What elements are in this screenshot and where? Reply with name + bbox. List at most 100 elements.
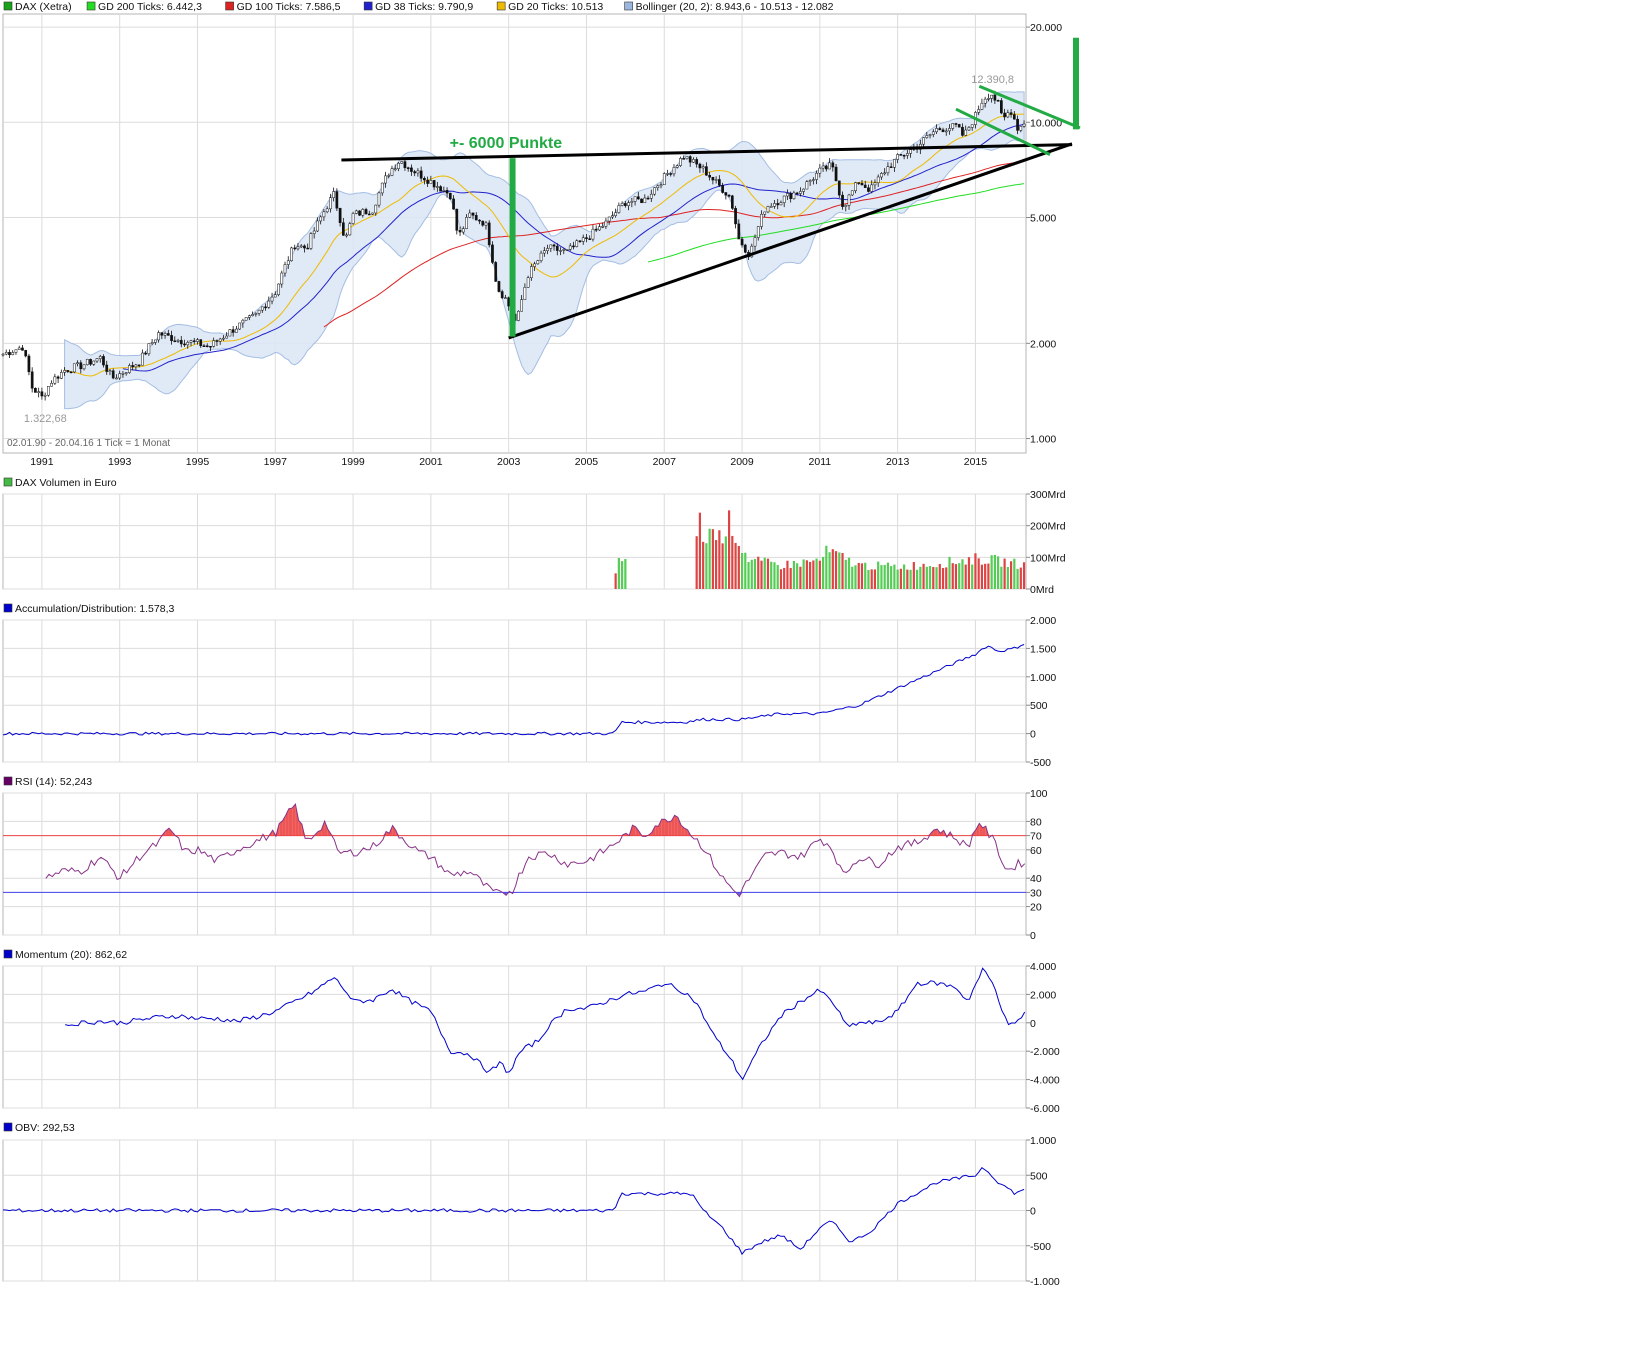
volume-bar xyxy=(815,558,818,589)
candle-up xyxy=(380,182,384,194)
candle-up xyxy=(935,128,938,133)
candle-down xyxy=(552,244,556,247)
candle-down xyxy=(957,124,961,128)
volume-bar xyxy=(945,567,948,589)
panel-frame: -500 0 500 1.000 1.500 2.000 xyxy=(2,615,1056,769)
candle-up xyxy=(808,180,812,182)
candle-up xyxy=(662,173,666,186)
candle-down xyxy=(69,371,73,374)
volume-bar xyxy=(695,536,698,589)
y-tick-label: -2.000 xyxy=(1030,1046,1060,1058)
candle-up xyxy=(1,353,5,356)
candle-up xyxy=(922,137,925,145)
candle-up xyxy=(244,317,248,321)
candle-down xyxy=(497,281,501,292)
candle-up xyxy=(987,98,990,100)
candle-down xyxy=(837,180,841,196)
x-tick-label: 2011 xyxy=(809,456,832,468)
candle-up xyxy=(607,216,611,222)
candle-up xyxy=(944,130,948,133)
candle-up xyxy=(176,340,180,342)
candle-up xyxy=(799,191,802,194)
volume-bar xyxy=(715,540,718,589)
candle-up xyxy=(345,234,348,237)
candle-up xyxy=(238,322,241,330)
candle-up xyxy=(769,206,773,208)
candle-up xyxy=(128,365,131,373)
candle-up xyxy=(37,391,41,393)
candle-up xyxy=(241,319,245,324)
candle-down xyxy=(166,333,170,336)
candle-up xyxy=(990,94,993,99)
candle-up xyxy=(228,329,232,337)
candle-up xyxy=(760,213,763,227)
candle-up xyxy=(876,176,880,184)
candle-up xyxy=(659,184,663,187)
x-tick-label: 2015 xyxy=(964,456,988,468)
candle-down xyxy=(131,365,135,368)
y-tick-label: 20 xyxy=(1030,902,1042,914)
volume-bar xyxy=(796,563,799,589)
volume-bar xyxy=(1006,566,1009,589)
candle-up xyxy=(108,370,112,373)
candle-up xyxy=(115,377,118,380)
candle-down xyxy=(358,210,361,216)
x-tick-label: 2009 xyxy=(730,456,754,468)
candle-up xyxy=(786,193,789,197)
candle-up xyxy=(756,226,760,238)
volume-bar xyxy=(990,555,993,589)
y-tick-label: -4.000 xyxy=(1030,1075,1060,1087)
legend-label: DAX Volumen in Euro xyxy=(15,477,117,489)
candle-up xyxy=(59,372,63,379)
legend-swatch xyxy=(3,1122,13,1132)
candle-down xyxy=(264,306,267,309)
candle-up xyxy=(280,272,284,285)
volume-bar xyxy=(779,569,783,589)
candle-up xyxy=(649,193,653,199)
candle-down xyxy=(471,212,475,216)
candle-down xyxy=(338,207,342,223)
candle-up xyxy=(277,283,280,295)
candle-down xyxy=(491,244,494,263)
volume-bar xyxy=(958,563,961,589)
candle-down xyxy=(342,222,345,236)
candle-down xyxy=(215,340,219,342)
candle-down xyxy=(105,364,109,372)
candle-up xyxy=(549,244,553,249)
volume-bar xyxy=(757,556,760,589)
candle-up xyxy=(779,202,783,206)
candle-up xyxy=(283,264,287,274)
x-tick-label: 2005 xyxy=(575,456,599,468)
candle-up xyxy=(189,340,193,343)
candle-up xyxy=(76,362,79,365)
candle-up xyxy=(630,201,634,203)
candle-down xyxy=(199,339,203,346)
candle-up xyxy=(766,206,770,213)
candle-down xyxy=(79,362,83,370)
volume-bar xyxy=(828,552,831,589)
candle-up xyxy=(964,129,968,136)
candle-up xyxy=(354,210,358,214)
candle-up xyxy=(374,204,378,214)
panel-frame: -6.000 -4.000 -2.000 0 2.000 4.000 xyxy=(2,961,1060,1115)
y-tick-label: 500 xyxy=(1030,1170,1048,1182)
y-tick-label: 20.000 xyxy=(1030,22,1062,34)
y-tick-label: 0 xyxy=(1030,930,1036,942)
candle-down xyxy=(455,208,459,231)
candle-up xyxy=(763,211,767,215)
candle-up xyxy=(854,182,857,192)
candle-down xyxy=(27,355,31,373)
candle-down xyxy=(56,376,60,379)
candle-up xyxy=(611,215,614,218)
candle-up xyxy=(928,134,932,136)
volume-bar xyxy=(727,510,731,589)
candle-down xyxy=(727,194,731,197)
x-tick-label: 2003 xyxy=(497,456,521,468)
volume-bar xyxy=(711,529,714,589)
candle-up xyxy=(218,338,222,342)
candle-down xyxy=(831,162,835,168)
volume-bar xyxy=(915,569,919,589)
volume-bar xyxy=(621,561,624,589)
y-tick-label: 0 xyxy=(1030,1206,1036,1218)
candle-up xyxy=(568,245,572,250)
